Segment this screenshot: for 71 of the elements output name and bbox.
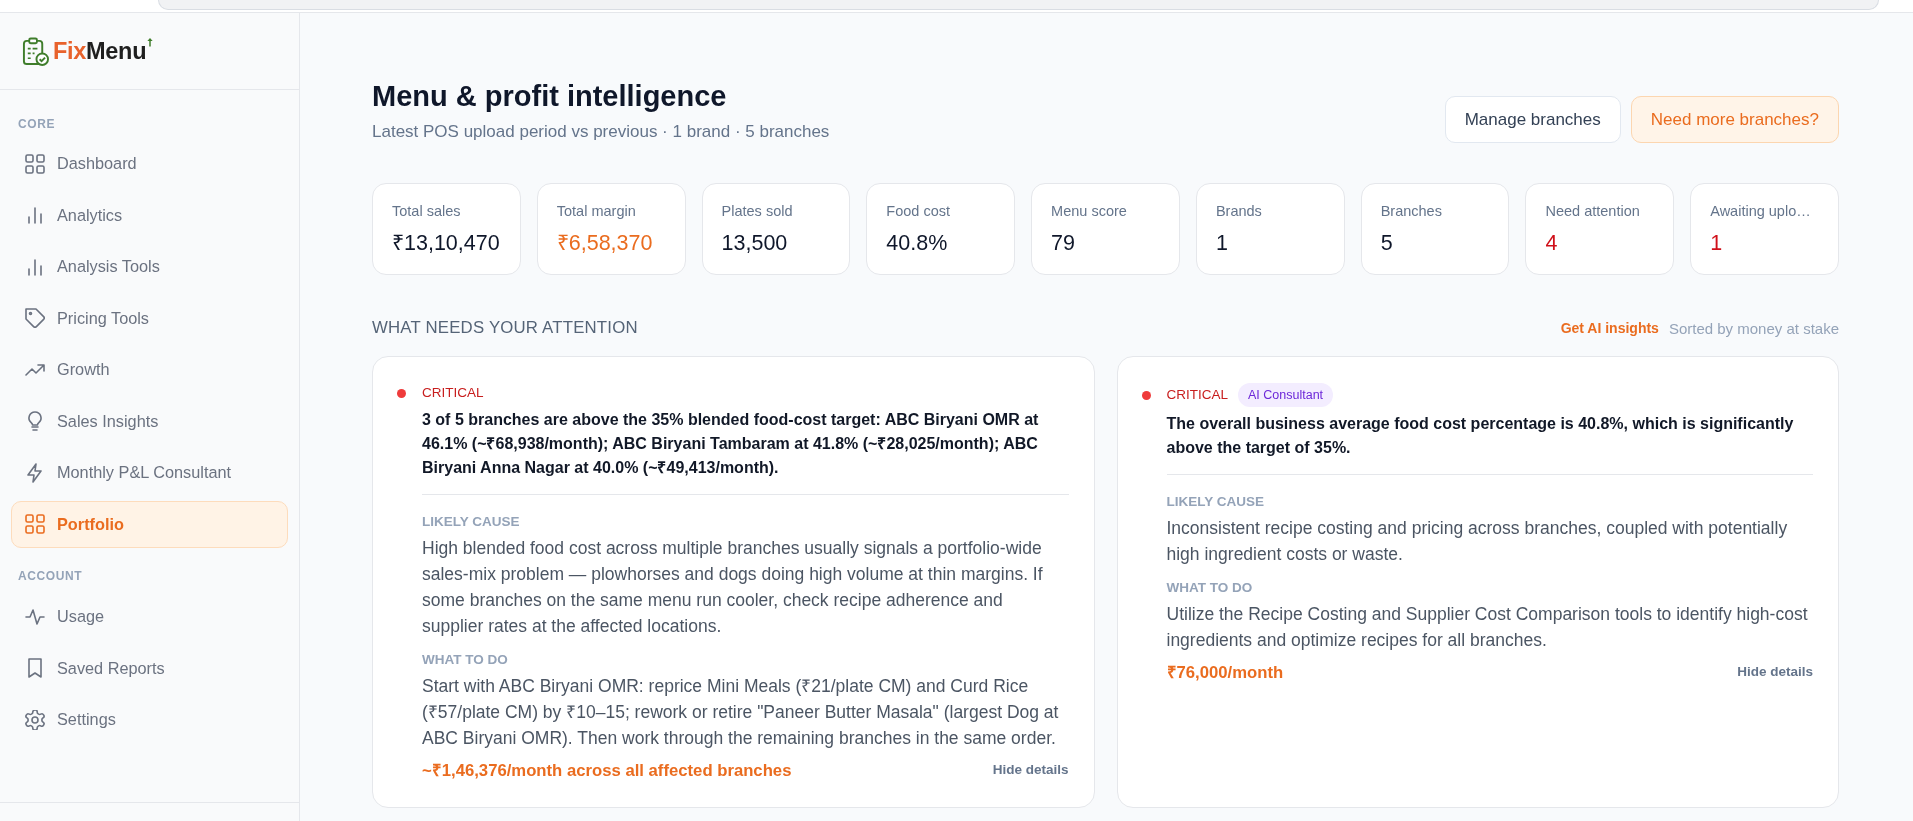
stat-value: 13,500 bbox=[721, 230, 789, 257]
stat-label: Menu score bbox=[1051, 202, 1128, 221]
nav-item[interactable]: Analysis Tools bbox=[11, 243, 288, 290]
stat-label: Total sales bbox=[392, 202, 462, 221]
nav-item[interactable]: Portfolio bbox=[11, 500, 288, 548]
tag-icon bbox=[25, 308, 45, 328]
insight-headline: 3 of 5 branches are above the 35% blended food-cost target: ABC Biryani OMR at 46.1% (~₹68,938/month); ABC Biryani Tambaram at 41.8% (~₹28,025/month); ABC Biryani Anna Nagar at 40.0% (~₹49,413/month). bbox=[422, 410, 1040, 478]
detail-text: Inconsistent recipe costing and pricing across branches, coupled with potentially high ingredient costs or waste. bbox=[1166, 516, 1789, 566]
stat-value: 1 bbox=[1215, 230, 1229, 257]
detail-heading: LIKELY CAUSE bbox=[422, 512, 521, 531]
detail-heading: LIKELY CAUSE bbox=[1166, 492, 1266, 511]
hide-details-button[interactable]: Hide details bbox=[1737, 663, 1813, 679]
stat-value: ₹6,58,370 bbox=[556, 230, 654, 257]
page-title: Menu & profit intelligence bbox=[372, 79, 728, 114]
ai-insights-link[interactable]: Get AI insights bbox=[1560, 320, 1659, 336]
stat-label: Brands bbox=[1215, 202, 1263, 221]
lightbulb-icon bbox=[25, 411, 45, 431]
page-subtitle: Latest POS upload period vs previous · 1 brand · 5 branches bbox=[372, 121, 830, 143]
impact-amount: ₹76,000/month bbox=[1166, 661, 1284, 683]
nav-item[interactable]: Usage bbox=[11, 593, 288, 640]
bookmark-icon bbox=[25, 658, 45, 678]
header-button[interactable]: Manage branches bbox=[1444, 96, 1621, 143]
grid-icon bbox=[25, 514, 45, 534]
stat-label: Food cost bbox=[886, 202, 951, 221]
stat-value: 5 bbox=[1380, 230, 1394, 257]
severity-label: CRITICAL bbox=[422, 384, 484, 402]
clipboard-check-icon bbox=[22, 36, 49, 66]
detail-text: Utilize the Recipe Costing and Supplier Cost Comparison tools to identify high-cost ingredients and optimize recipes for all branches. bbox=[1166, 602, 1809, 652]
detail-text: Start with ABC Biryani OMR: reprice Mini Meals (₹21/plate CM) and Curd Rice (₹57/plate CM) by ₹10–15; rework or retire "Paneer Butter Masala" (largest Dog at ABC Biryani OMR). Then work through the remaining branches in the same order. bbox=[422, 674, 1060, 750]
stat-value: 1 bbox=[1710, 230, 1724, 257]
settings-icon bbox=[25, 709, 45, 730]
grid-icon bbox=[25, 153, 45, 174]
header-button[interactable]: Need more branches? bbox=[1630, 96, 1839, 143]
stat-label: Need attention bbox=[1545, 202, 1641, 221]
detail-heading: WHAT TO DO bbox=[422, 650, 509, 669]
stat-label: Plates sold bbox=[721, 202, 794, 221]
stat-label: Branches bbox=[1380, 202, 1443, 221]
stat-value: 40.8% bbox=[886, 230, 949, 257]
nav-item[interactable]: Monthly P&L Consultant bbox=[11, 449, 288, 496]
nav-section-title: ACCOUNT bbox=[17, 568, 83, 584]
nav-item[interactable]: Settings bbox=[11, 696, 288, 743]
hide-details-button[interactable]: Hide details bbox=[992, 761, 1069, 777]
impact-amount: ~₹1,46,376/month across all affected branches bbox=[422, 759, 792, 781]
status-dot-icon bbox=[397, 388, 406, 398]
search-bar[interactable] bbox=[158, 0, 1879, 10]
stat-value: 4 bbox=[1545, 230, 1559, 257]
lightning-icon bbox=[25, 462, 45, 483]
insight-headline: The overall business average food cost percentage is 40.8%, which is significantly above the target of 35%. bbox=[1166, 414, 1795, 458]
severity-label: CRITICAL bbox=[1166, 386, 1228, 404]
bar-chart-icon bbox=[25, 205, 45, 225]
logo-text: FixMenu bbox=[53, 37, 147, 65]
arrow-up-icon bbox=[147, 37, 154, 47]
bar-chart-icon bbox=[25, 256, 45, 277]
stat-value: ₹13,10,470 bbox=[392, 230, 501, 257]
stat-value: 79 bbox=[1051, 230, 1077, 257]
detail-text: High blended food cost across multiple branches usually signals a portfolio-wide sales-mix problem — plowhorses and dogs doing high volume at thin margins. If some branches on the same menu run cooler, check recipe adherence and supplier rates at the affected locations. bbox=[422, 536, 1044, 638]
detail-heading: WHAT TO DO bbox=[1166, 578, 1254, 597]
nav-item[interactable]: Analytics bbox=[11, 191, 288, 239]
nav-item[interactable]: Sales Insights bbox=[11, 397, 288, 445]
status-dot-icon bbox=[1141, 390, 1151, 400]
sort-note: Sorted by money at stake bbox=[1668, 319, 1839, 337]
nav-item[interactable]: Pricing Tools bbox=[11, 294, 288, 342]
nav-section-title: CORE bbox=[17, 116, 56, 132]
source-badge: AI Consultant bbox=[1238, 383, 1334, 407]
stat-label: Awaiting uplo… bbox=[1710, 202, 1812, 221]
pulse-icon bbox=[25, 606, 45, 627]
stat-label: Total margin bbox=[556, 202, 637, 221]
nav-item[interactable]: Growth bbox=[11, 346, 288, 393]
section-title: WHAT NEEDS YOUR ATTENTION bbox=[372, 317, 638, 339]
nav-item[interactable]: Dashboard bbox=[11, 140, 288, 187]
nav-item[interactable]: Saved Reports bbox=[11, 644, 288, 692]
